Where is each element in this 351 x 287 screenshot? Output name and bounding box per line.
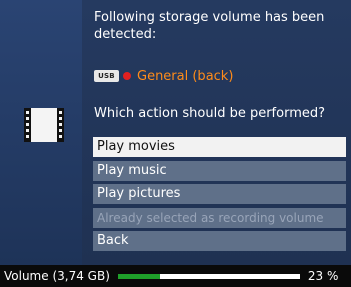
device-row: USB General (back): [94, 68, 233, 84]
usb-icon: USB: [94, 70, 119, 82]
red-dot-icon: [123, 72, 131, 80]
volume-label: Volume (3,74 GB): [4, 269, 110, 283]
device-name: General (back): [137, 68, 234, 84]
detected-message: Following storage volume has been detect…: [94, 10, 325, 42]
menu-item-play-movies[interactable]: Play movies: [93, 137, 346, 157]
usb-icon-label: USB: [98, 72, 115, 80]
side-icon-panel: [0, 0, 82, 265]
menu-item-play-pictures[interactable]: Play pictures: [93, 184, 346, 204]
action-menu: Play movies Play music Play pictures Alr…: [93, 137, 346, 255]
status-bar: Volume (3,74 GB) 23 %: [0, 265, 351, 287]
volume-usage-bar: [117, 273, 300, 279]
menu-item-recording-volume: Already selected as recording volume: [93, 207, 346, 228]
volume-usage-percent: 23 %: [307, 269, 339, 283]
storage-detected-dialog: Following storage volume has been detect…: [82, 0, 351, 265]
volume-usage-fill: [117, 273, 160, 279]
action-question: Which action should be performed?: [94, 106, 326, 121]
film-strip-icon: [24, 108, 64, 142]
menu-item-back[interactable]: Back: [93, 231, 346, 251]
menu-item-play-music[interactable]: Play music: [93, 160, 346, 181]
